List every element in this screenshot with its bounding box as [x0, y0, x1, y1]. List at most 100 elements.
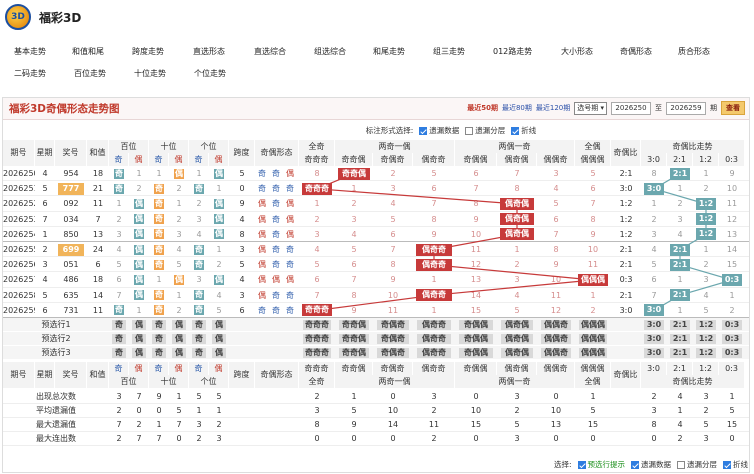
recent-50-link[interactable]: 最近50期 — [467, 103, 498, 113]
recent-80-link[interactable]: 最近80期 — [502, 103, 532, 113]
header-trend: 奇偶比走势 — [641, 140, 745, 153]
ratio-miss: 1 — [677, 305, 683, 315]
shape-miss: 9 — [553, 260, 559, 270]
nav-item-6[interactable]: 组选综合 — [314, 46, 346, 57]
header-week: 星期 — [35, 140, 55, 166]
chevron-down-icon: ▾ — [600, 103, 604, 112]
option-missing-data-bottom[interactable]: 遗漏数据 — [631, 459, 671, 470]
sum-cell: 11 — [92, 305, 104, 315]
subheader-shape-5: 奇偶偶 — [455, 153, 497, 166]
predict-shape-7: 偶偶奇 — [541, 348, 571, 358]
issue-cell: 2026258 — [3, 290, 35, 300]
option-predict-hint[interactable]: 预选行提示 — [577, 459, 625, 470]
header-span: 跨度 — [229, 140, 255, 166]
shape-miss: 11 — [470, 245, 482, 254]
recent-120-link[interactable]: 最近120期 — [536, 103, 570, 113]
predict-pos-1: 奇 — [112, 320, 126, 330]
ratio-miss: 3 — [651, 229, 657, 239]
span-cell: 5 — [239, 260, 245, 270]
predict-shape-1: 奇奇奇 — [303, 348, 331, 358]
shape-char: 偶 — [258, 290, 266, 300]
nav-item-2[interactable]: 和值和尾 — [72, 46, 104, 57]
query-button[interactable]: 查看 — [721, 101, 745, 115]
stats-label: 最大遗漏值 — [36, 420, 76, 429]
shape-char: 偶 — [258, 229, 266, 239]
shape-miss: 7 — [590, 199, 596, 209]
predict-ratio-4: 0:3 — [722, 320, 742, 330]
nav-item-7[interactable]: 和尾走势 — [373, 46, 405, 57]
nav-item-11[interactable]: 奇偶形态 — [620, 46, 652, 57]
stats-pos-5: 3 — [196, 420, 202, 429]
shape-miss: 9 — [351, 305, 357, 315]
pos-miss: 4 — [176, 245, 182, 254]
stats-pos-4: 1 — [176, 392, 182, 401]
header-pos-1: 百位 — [109, 140, 149, 153]
stats-label: 最大连出数 — [36, 434, 76, 443]
option-polyline[interactable]: 折线 — [511, 125, 536, 136]
subheader-shape-7: 偶偶奇 — [537, 153, 575, 166]
option-missing-layer[interactable]: 遗漏分层 — [465, 125, 505, 136]
nav-item-5[interactable]: 直选综合 — [254, 46, 286, 57]
shape-hit: 偶奇偶 — [500, 228, 534, 241]
option-polyline-bottom[interactable]: 折线 — [723, 459, 748, 470]
stats-shape-4: 11 — [428, 420, 440, 429]
header-sum: 和值 — [87, 140, 109, 166]
nav-item-4[interactable]: 个位走势 — [194, 68, 226, 79]
nav-item-1[interactable]: 基本走势 — [14, 46, 46, 57]
shape-miss: 10 — [550, 275, 562, 285]
ratio-miss: 6 — [651, 275, 657, 285]
stats-pos-1: 7 — [116, 420, 122, 429]
issue-cell: 2026253 — [3, 214, 35, 224]
predict-pos-6: 偶 — [212, 348, 226, 358]
nav-item-3[interactable]: 十位走势 — [134, 68, 166, 79]
ratio-hit: 2:1 — [670, 243, 690, 256]
nav-item-2[interactable]: 百位走势 — [74, 68, 106, 79]
pos-miss: 5 — [176, 260, 182, 270]
footer-group-3: 两偶一奇 — [455, 375, 575, 388]
predict-shape-8: 偶偶偶 — [579, 320, 607, 330]
pos-even-mark: 偶 — [134, 244, 144, 255]
nav-item-9[interactable]: 012路走势 — [493, 46, 532, 57]
stats-shape-1: 8 — [314, 420, 320, 429]
shape-char: 偶 — [258, 214, 266, 224]
nav-item-10[interactable]: 大小形态 — [561, 46, 593, 57]
subheader-even: 偶 — [169, 153, 189, 166]
shape-char: 偶 — [272, 275, 280, 285]
nav-row-2: 二码走势 百位走势 十位走势 个位走势 — [0, 62, 754, 84]
span-cell: 0 — [239, 184, 245, 194]
footer-subheader-shape-7: 偶偶奇 — [537, 362, 575, 375]
option-missing-layer-bottom[interactable]: 遗漏分层 — [677, 459, 717, 470]
nav-item-3[interactable]: 跨度走势 — [132, 46, 164, 57]
nav-item-8[interactable]: 组三走势 — [433, 46, 465, 57]
stats-shape-6: 3 — [514, 434, 520, 443]
shape-miss: 1 — [314, 199, 320, 209]
shape-miss: 7 — [351, 275, 357, 285]
nav-item-4[interactable]: 直选形态 — [193, 46, 225, 57]
shape-char: 奇 — [272, 214, 280, 224]
pos-even-mark: 偶 — [174, 274, 184, 286]
stats-pos-2: 0 — [136, 406, 142, 415]
period-select[interactable]: 选号期 ▾ — [574, 101, 607, 115]
pos-odd-mark: 奇 — [154, 290, 164, 301]
issue-cell: 2026251 — [3, 184, 35, 194]
pos-miss: 5 — [116, 260, 122, 270]
from-period-input[interactable]: 2026250 — [611, 101, 651, 115]
shape-char: 偶 — [286, 199, 294, 209]
pos-odd-mark: 奇 — [154, 259, 164, 270]
to-period-input[interactable]: 2026259 — [666, 101, 706, 115]
pos-miss: 4 — [216, 290, 222, 300]
footer-group-1: 全奇 — [299, 375, 335, 388]
stats-shape-8: 1 — [590, 392, 596, 401]
predict-shape-2: 奇奇偶 — [339, 320, 369, 330]
shape-char: 偶 — [286, 214, 294, 224]
pos-even-mark: 偶 — [214, 214, 224, 225]
nav-item-12[interactable]: 质合形态 — [678, 46, 710, 57]
stats-pos-1: 3 — [116, 392, 122, 401]
nav-item-1[interactable]: 二码走势 — [14, 68, 46, 79]
option-missing-data[interactable]: 遗漏数据 — [419, 125, 459, 136]
ratio-miss: 3 — [677, 214, 683, 224]
shape-hit: 偶偶偶 — [578, 273, 608, 287]
stats-ratio-2: 1 — [677, 406, 683, 415]
stats-shape-8: 5 — [590, 406, 596, 415]
shape-miss: 1 — [431, 305, 437, 315]
